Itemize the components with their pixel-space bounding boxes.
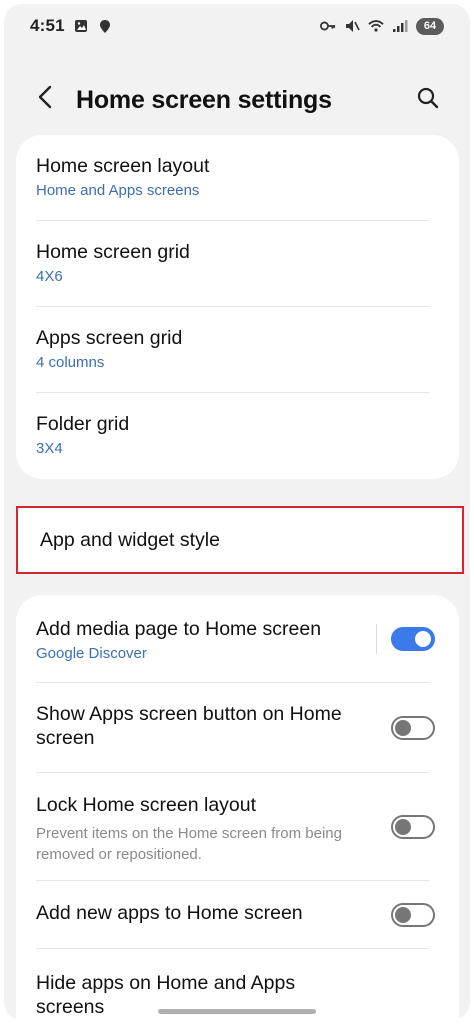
location-icon <box>97 18 113 34</box>
status-bar: 4:51 64 <box>4 4 470 48</box>
setting-apps-screen-grid[interactable]: Apps screen grid 4 columns <box>36 307 429 393</box>
setting-title: Show Apps screen button on Home screen <box>36 703 342 749</box>
phone-screen: 4:51 64 Home screen settings Home screen… <box>4 4 470 1020</box>
setting-title: App and widget style <box>40 529 220 551</box>
setting-title: Folder grid <box>36 413 130 435</box>
setting-description: Prevent items on the Home screen from be… <box>36 825 342 863</box>
signal-icon <box>392 18 408 34</box>
setting-title: Lock Home screen layout <box>36 794 257 816</box>
toggle-settings-card: Add media page to Home screen Google Dis… <box>16 595 459 1020</box>
setting-title: Apps screen grid <box>36 327 183 349</box>
setting-add-new-apps[interactable]: Add new apps to Home screen <box>36 881 435 949</box>
setting-home-screen-grid[interactable]: Home screen grid 4X6 <box>36 221 429 307</box>
lock-layout-toggle[interactable] <box>391 814 435 839</box>
setting-value: 4 columns <box>36 354 105 371</box>
back-arrow-icon <box>37 85 53 114</box>
setting-title: Home screen grid <box>36 241 190 263</box>
show-apps-button-toggle[interactable] <box>391 715 435 740</box>
grid-settings-card: Home screen layout Home and Apps screens… <box>16 135 459 479</box>
setting-home-screen-layout[interactable]: Home screen layout Home and Apps screens <box>36 135 429 221</box>
mute-icon <box>344 18 360 34</box>
setting-title: Home screen layout <box>36 155 210 177</box>
vertical-divider <box>376 623 377 654</box>
media-page-toggle[interactable] <box>391 626 435 651</box>
key-icon <box>320 18 336 34</box>
setting-app-and-widget-style[interactable]: App and widget style <box>16 506 464 574</box>
page-title: Home screen settings <box>76 86 332 114</box>
status-time: 4:51 <box>30 16 65 35</box>
wifi-icon <box>368 18 384 34</box>
setting-value: 3X4 <box>36 440 63 457</box>
app-header: Home screen settings <box>4 74 470 124</box>
gallery-icon <box>73 18 89 34</box>
battery-indicator: 64 <box>416 17 444 35</box>
setting-value: Home and Apps screens <box>36 182 200 199</box>
setting-add-media-page[interactable]: Add media page to Home screen Google Dis… <box>36 595 435 683</box>
search-button[interactable] <box>412 84 444 116</box>
add-new-apps-toggle[interactable] <box>391 902 435 927</box>
back-button[interactable] <box>30 84 60 114</box>
setting-value: 4X6 <box>36 268 63 285</box>
setting-folder-grid[interactable]: Folder grid 3X4 <box>36 393 429 479</box>
setting-title: Add media page to Home screen <box>36 618 322 640</box>
setting-value: Google Discover <box>36 645 147 662</box>
setting-show-apps-button[interactable]: Show Apps screen button on Home screen <box>36 683 435 773</box>
setting-title: Add new apps to Home screen <box>36 902 303 924</box>
search-icon <box>416 86 440 115</box>
home-indicator[interactable] <box>158 1009 316 1014</box>
setting-lock-layout[interactable]: Lock Home screen layout Prevent items on… <box>36 773 435 881</box>
